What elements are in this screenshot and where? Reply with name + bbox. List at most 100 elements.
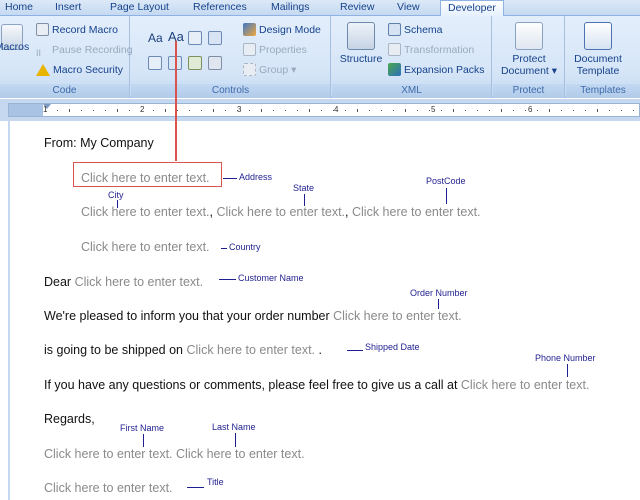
building-block-icon[interactable]: [188, 56, 202, 70]
tab-mailings[interactable]: Mailings: [268, 0, 313, 16]
dear-line: Dear Click here to enter text.: [44, 275, 203, 289]
document-template-button[interactable]: Document Template: [568, 22, 628, 77]
country-field[interactable]: Click here to enter text.: [81, 240, 210, 254]
design-mode-icon: [243, 23, 256, 36]
order-number-annotation: Order Number: [410, 288, 468, 298]
postcode-annotation: PostCode: [426, 176, 466, 186]
record-macro-icon: [36, 23, 49, 36]
customer-name-connector: [219, 279, 236, 280]
tab-insert[interactable]: Insert: [52, 0, 84, 16]
legacy-tools-icon[interactable]: [208, 56, 222, 70]
ruler-tick: [369, 110, 370, 111]
order-line: We're pleased to inform you that your or…: [44, 309, 462, 323]
combo-box-icon[interactable]: [208, 31, 222, 45]
postcode-field[interactable]: Click here to enter text.: [352, 205, 481, 219]
picture-control-icon[interactable]: [188, 31, 202, 45]
lock-icon: [515, 22, 543, 50]
ruler-tick: [189, 110, 190, 111]
ruler-tick: [537, 110, 538, 111]
title-placeholder: Click here to enter text.: [44, 481, 173, 495]
ruler-tick: [561, 110, 562, 111]
horizontal-ruler[interactable]: 123456: [8, 103, 640, 117]
highlight-box: [73, 162, 222, 187]
ruler-tick: [381, 110, 382, 111]
schema-label: Schema: [404, 24, 443, 36]
from-line: From: My Company: [44, 136, 154, 150]
ruler-tick: [105, 110, 106, 111]
ribbon: Macros Record Macro II Pause Recording Ma…: [0, 16, 640, 98]
record-macro-button[interactable]: Record Macro: [36, 22, 118, 38]
ruler-tick: [285, 110, 286, 111]
structure-label: Structure: [339, 53, 383, 65]
properties-icon: [243, 43, 256, 56]
design-mode-button[interactable]: Design Mode: [243, 22, 321, 38]
ruler-tick: [165, 109, 166, 112]
tab-page-layout[interactable]: Page Layout: [107, 0, 172, 16]
tab-home[interactable]: Home: [2, 0, 36, 16]
protect-document-button[interactable]: Protect Document ▾: [495, 22, 563, 77]
order-number-field[interactable]: Click here to enter text.: [333, 309, 462, 323]
ruler-tick: [321, 110, 322, 111]
state-field[interactable]: Click here to enter text.: [217, 205, 346, 219]
ruler-tick: [117, 109, 118, 112]
pause-recording-button[interactable]: II Pause Recording: [36, 42, 133, 58]
ruler-tick: [585, 110, 586, 111]
city-field[interactable]: Click here to enter text.: [81, 205, 210, 219]
code-group: Macros Record Macro II Pause Recording Ma…: [0, 16, 133, 98]
expansion-packs-label: Expansion Packs: [404, 64, 485, 76]
last-name-field[interactable]: Click here to enter text.: [176, 447, 305, 461]
ruler-number: 4: [334, 105, 339, 114]
ruler-tick: [57, 110, 58, 111]
ruler-tick: [417, 110, 418, 111]
document-template-label: Document Template: [574, 53, 622, 77]
shipped-date-field[interactable]: Click here to enter text.: [186, 343, 315, 357]
controls-group: Aa Aa Design Mode Properties Group ▾ Con…: [131, 16, 331, 98]
title-field[interactable]: Click here to enter text.: [44, 481, 173, 495]
tab-view[interactable]: View: [394, 0, 423, 16]
expansion-packs-button[interactable]: Expansion Packs: [388, 62, 485, 78]
order-number-connector: [438, 299, 439, 309]
ruler-tick: [69, 109, 70, 112]
expansion-packs-icon: [388, 63, 401, 76]
tab-references[interactable]: References: [190, 0, 250, 16]
ruler-tick: [477, 110, 478, 111]
customer-name-field[interactable]: Click here to enter text.: [75, 275, 204, 289]
first-name-annotation: First Name: [120, 423, 165, 433]
structure-button[interactable]: Structure: [336, 22, 386, 65]
ruler-tick: [153, 110, 154, 111]
macro-security-button[interactable]: Macro Security: [36, 62, 123, 78]
ruler-tick: [573, 110, 574, 111]
macros-button[interactable]: Macros: [0, 24, 30, 65]
phone-number-field[interactable]: Click here to enter text.: [461, 378, 590, 392]
ruler-tick: [513, 110, 514, 111]
group-button[interactable]: Group ▾: [243, 62, 296, 78]
page-edge: [8, 121, 10, 500]
ruler-tick: [93, 110, 94, 111]
schema-button[interactable]: Schema: [388, 22, 443, 38]
first-name-field[interactable]: Click here to enter text.: [44, 447, 173, 461]
tab-review[interactable]: Review: [337, 0, 377, 16]
highlight-connector: [175, 41, 177, 161]
ruler-number: 6: [528, 105, 533, 114]
word-template-icon: [584, 22, 612, 50]
pause-recording-label: Pause Recording: [52, 44, 133, 56]
ruler-tick: [405, 109, 406, 112]
ruler-tick: [465, 110, 466, 111]
title-annotation: Title: [207, 477, 224, 487]
ruler-tick: [225, 110, 226, 111]
structure-icon: [347, 22, 375, 50]
dropdown-list-icon[interactable]: [148, 56, 162, 70]
transformation-button[interactable]: Transformation: [388, 42, 474, 58]
properties-button[interactable]: Properties: [243, 42, 307, 58]
transformation-icon: [388, 43, 401, 56]
last-name-annotation: Last Name: [212, 422, 256, 432]
rich-text-control-button[interactable]: Aa: [148, 30, 163, 46]
ruler-tick: [249, 110, 250, 111]
phone-number-annotation: Phone Number: [535, 353, 596, 363]
ruler-tick: [621, 110, 622, 111]
ruler-tick: [441, 110, 442, 111]
shipped-line: is going to be shipped on Click here to …: [44, 343, 322, 357]
ruler-left-margin: [9, 104, 43, 116]
tab-developer[interactable]: Developer: [440, 0, 504, 17]
customer-name-annotation: Customer Name: [238, 273, 304, 283]
